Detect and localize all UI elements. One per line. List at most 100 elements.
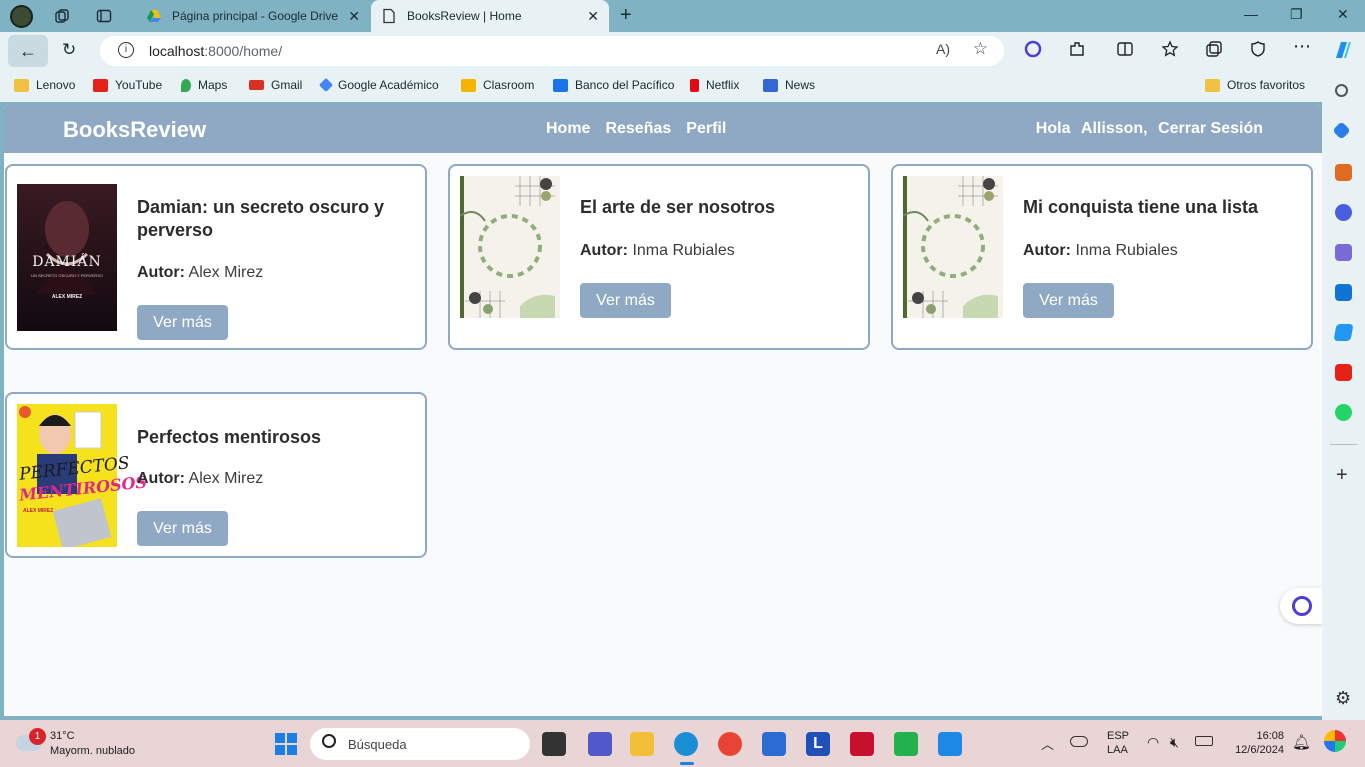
collections-icon[interactable] — [1205, 40, 1223, 63]
bookmark-netflix[interactable]: Netflix — [690, 78, 739, 92]
bookmark-label: YouTube — [115, 78, 163, 92]
copilot-small-icon[interactable] — [1024, 40, 1042, 63]
close-window-icon[interactable]: ✕ — [1337, 6, 1349, 23]
ver-mas-button[interactable]: Ver más — [137, 305, 228, 340]
bookmark-label: Clasroom — [483, 78, 535, 92]
favorites-icon[interactable] — [1161, 40, 1179, 63]
book-cover-arte — [459, 176, 560, 318]
minimize-icon[interactable]: — — [1244, 6, 1258, 22]
read-aloud-icon[interactable]: A) — [936, 41, 950, 57]
tab-booksreview[interactable]: BooksReview | Home ✕ — [371, 0, 609, 32]
author-label: Autor: — [1023, 242, 1071, 259]
task-view-icon[interactable] — [542, 732, 566, 756]
copilot-icon[interactable] — [1332, 40, 1354, 65]
clock[interactable]: 16:08 12/6/2024 — [1228, 730, 1284, 756]
bookmark-gmail[interactable]: Gmail — [249, 78, 302, 92]
logout-link[interactable]: Cerrar Sesión — [1158, 120, 1263, 137]
youtube-icon[interactable] — [1335, 364, 1352, 381]
tab-actions-icon[interactable] — [94, 6, 114, 26]
new-tab-icon[interactable]: + — [620, 4, 632, 27]
page-viewport: BooksReview Home Reseñas Perfil Hola All… — [4, 104, 1322, 716]
book-cover-perfectos: PERFECTOS MENTIROSOS ALEX MIREZ — [17, 404, 148, 550]
url-text: localhost:8000/home/ — [149, 43, 282, 59]
bookmark-lenovo[interactable]: Lenovo — [14, 78, 75, 92]
author-name: Inma Rubiales — [632, 242, 735, 259]
start-windows-icon[interactable] — [274, 732, 298, 756]
bookmark-youtube[interactable]: YouTube — [93, 78, 162, 92]
site-info-icon[interactable]: i — [118, 42, 134, 58]
extensions-icon[interactable] — [1068, 40, 1086, 63]
m365-icon[interactable] — [1335, 204, 1352, 221]
bookmark-maps[interactable]: Maps — [181, 78, 227, 92]
copilot-float-button[interactable] — [1280, 588, 1322, 624]
ver-mas-button[interactable]: Ver más — [137, 511, 228, 546]
more-options-icon[interactable]: ⋯ — [1293, 36, 1311, 57]
battery-icon[interactable] — [1195, 736, 1213, 746]
send-icon[interactable] — [1333, 324, 1354, 341]
games-icon[interactable] — [1335, 244, 1352, 261]
lenovo-vantage-icon[interactable]: L — [806, 732, 830, 756]
bookmark-label: Banco del Pacífico — [575, 78, 675, 92]
weather-widget[interactable]: 1 31°C Mayorm. nublado — [16, 728, 166, 760]
greeting-text: Hola — [1035, 120, 1071, 137]
add-icon[interactable]: + — [1336, 464, 1348, 487]
profile-avatar[interactable] — [10, 5, 33, 28]
outlook-icon[interactable] — [1335, 284, 1352, 301]
tray-chevron-icon[interactable]: ︿ — [1041, 734, 1054, 753]
bookmark-label: Gmail — [271, 78, 303, 92]
close-tab-icon[interactable]: ✕ — [348, 8, 360, 25]
url-path: :8000/home/ — [204, 43, 283, 59]
whatsapp-icon[interactable] — [1335, 404, 1352, 421]
bank-icon — [553, 78, 568, 92]
folder-icon — [1205, 78, 1220, 92]
book-card: Mi conquista tiene una lista Autor: Inma… — [891, 164, 1313, 350]
chrome-icon[interactable] — [718, 732, 742, 756]
bookmark-other-favorites[interactable]: Otros favoritos — [1205, 78, 1305, 92]
notification-badge: 1 — [29, 728, 46, 745]
scholar-icon — [318, 77, 334, 93]
shopping-icon[interactable] — [1332, 121, 1351, 140]
tools-icon[interactable] — [1335, 164, 1352, 181]
nav-resenas[interactable]: Reseñas — [605, 120, 671, 138]
nav-perfil[interactable]: Perfil — [686, 120, 726, 138]
bookmark-google-academico[interactable]: Google Académico — [318, 77, 439, 93]
wifi-icon[interactable]: ◠ — [1147, 734, 1159, 751]
nav-home[interactable]: Home — [546, 120, 590, 138]
split-screen-icon[interactable] — [1116, 40, 1134, 63]
notifications-bell-icon[interactable]: 🔔︎ — [1292, 733, 1311, 751]
input-language[interactable]: ESP LAA — [1107, 730, 1129, 756]
browser-essentials-icon[interactable] — [1249, 40, 1267, 63]
settings-gear-icon[interactable]: ⚙ — [1335, 688, 1351, 709]
bookmark-clasroom[interactable]: Clasroom — [461, 78, 534, 92]
bookmark-banco-pacifico[interactable]: Banco del Pacífico — [553, 78, 674, 92]
youtube-icon — [93, 78, 108, 92]
edge-icon[interactable] — [674, 732, 698, 756]
favorite-star-icon[interactable]: ☆ — [973, 39, 988, 59]
store-icon[interactable] — [762, 732, 786, 756]
search-icon[interactable] — [1335, 84, 1348, 97]
ver-mas-button[interactable]: Ver más — [580, 283, 671, 318]
author-name: Alex Mirez — [188, 470, 264, 487]
pycharm-icon[interactable] — [894, 732, 918, 756]
ver-mas-button[interactable]: Ver más — [1023, 283, 1114, 318]
google-drive-icon — [147, 10, 161, 22]
volume-icon[interactable]: 🔇︎ — [1170, 734, 1179, 751]
restore-icon[interactable]: ❐ — [1290, 6, 1303, 23]
copilot-taskbar-icon[interactable] — [1324, 730, 1346, 752]
reload-icon[interactable]: ↻ — [62, 40, 76, 60]
mcafee-icon[interactable] — [850, 732, 874, 756]
bookmark-label: Google Académico — [338, 78, 439, 92]
workspaces-icon[interactable] — [52, 6, 72, 26]
tab-google-drive[interactable]: Página principal - Google Drive ✕ — [136, 0, 370, 32]
bookmark-news[interactable]: News — [763, 78, 815, 92]
taskbar-search[interactable]: Búsqueda — [310, 728, 530, 760]
notepad-icon[interactable] — [938, 732, 962, 756]
brand-logo[interactable]: BooksReview — [63, 117, 206, 143]
teams-icon[interactable] — [588, 732, 612, 756]
back-button[interactable]: ← — [8, 35, 48, 67]
file-explorer-icon[interactable] — [630, 732, 654, 756]
onedrive-icon[interactable] — [1070, 736, 1088, 747]
address-bar[interactable]: i localhost:8000/home/ A) ☆ — [100, 36, 1004, 66]
close-tab-icon[interactable]: ✕ — [587, 8, 599, 25]
cover-author: ALEX MIREZ — [23, 508, 54, 514]
